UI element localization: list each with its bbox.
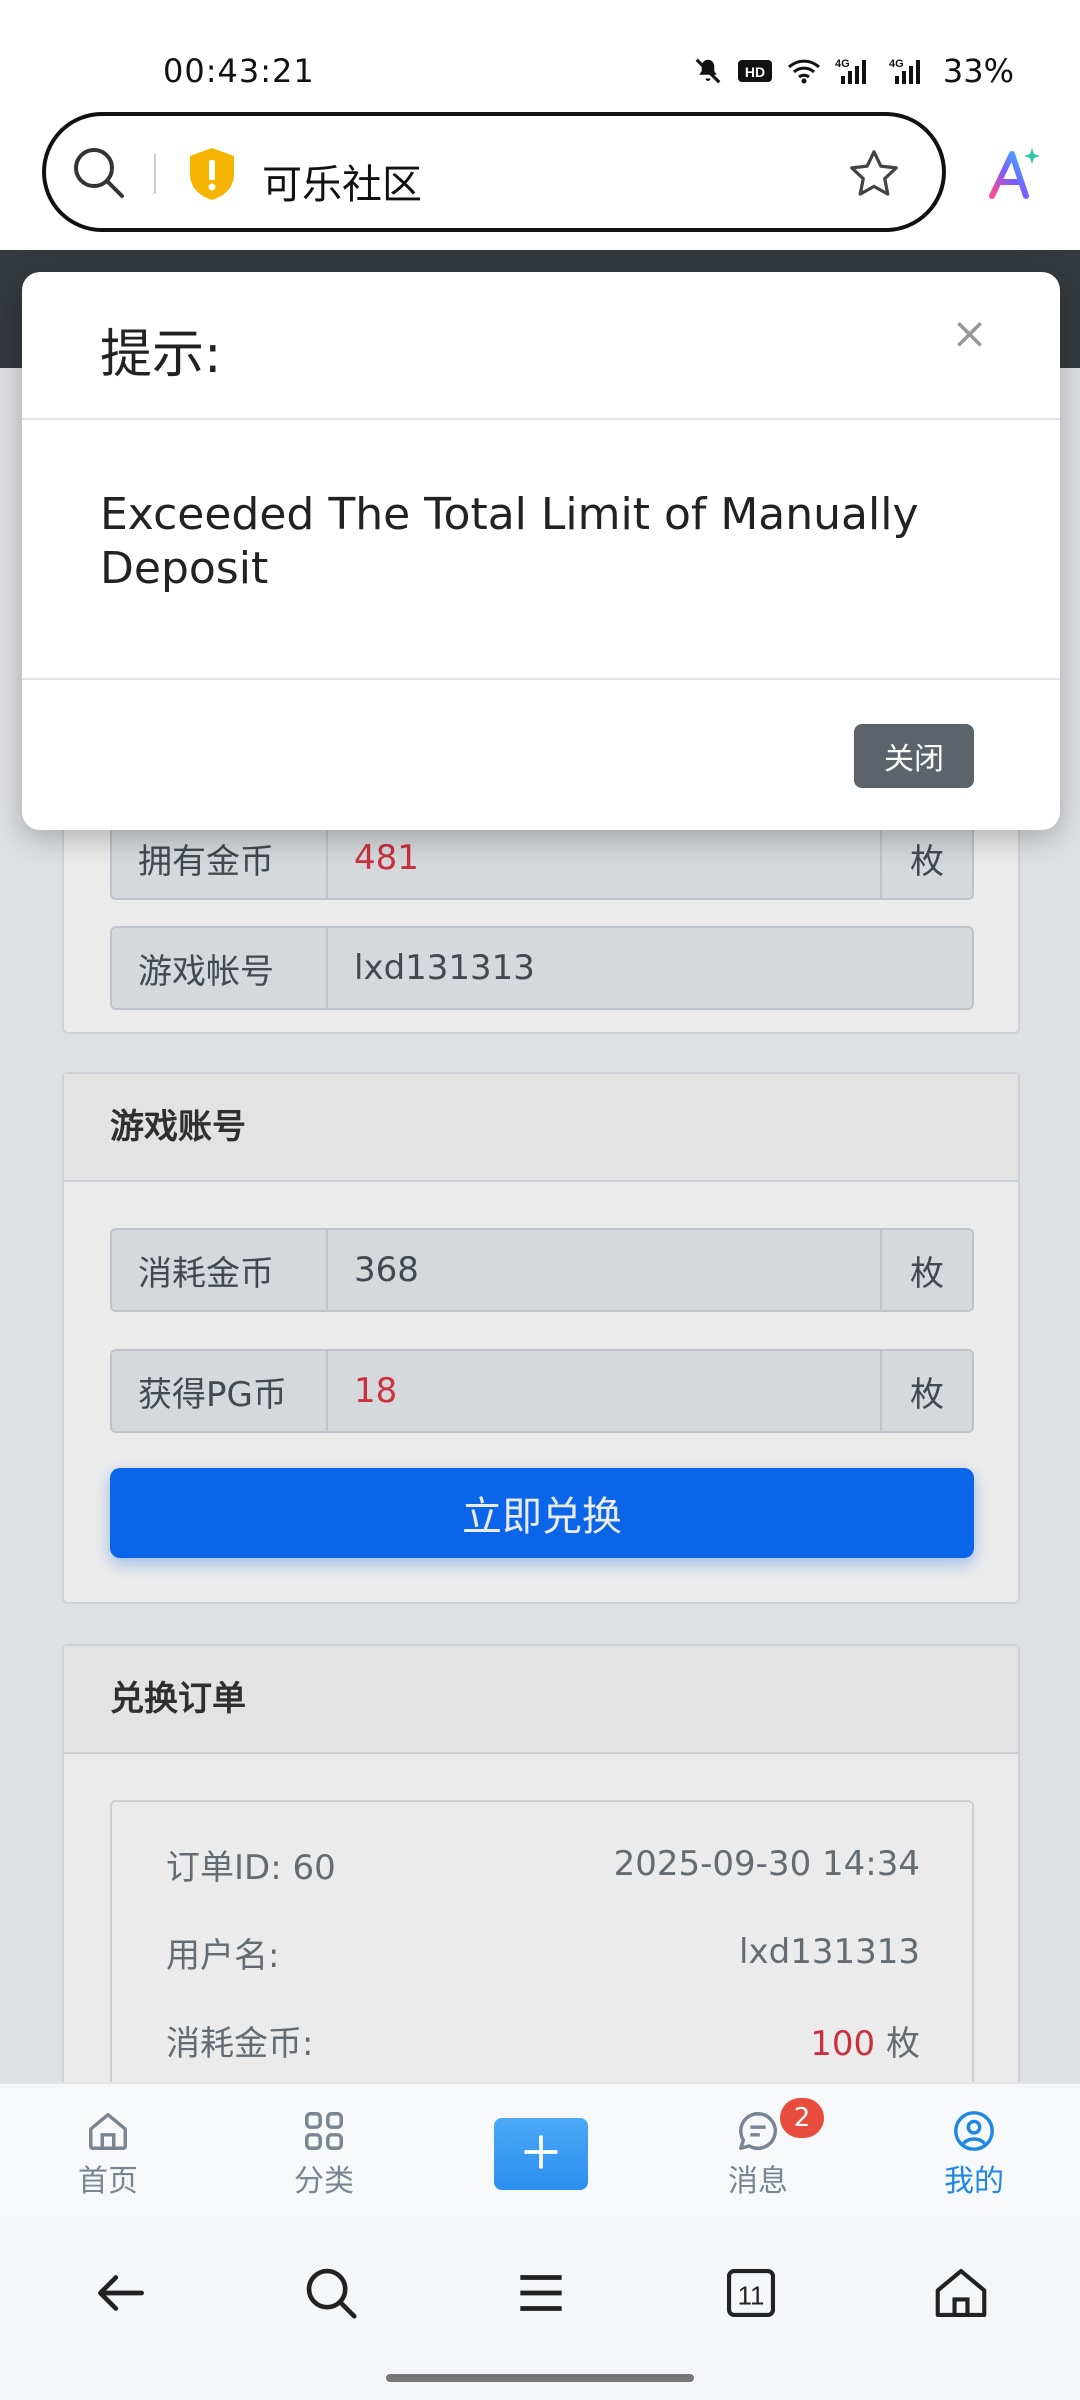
mute-icon [693, 56, 723, 86]
svg-text:4G: 4G [835, 58, 850, 70]
tab-messages-label: 消息 [728, 2164, 788, 2199]
browser-toolbar: 可乐社区 [0, 110, 1080, 250]
menu-icon[interactable] [510, 2262, 572, 2328]
address-divider [154, 154, 156, 194]
status-time: 00:43:21 [163, 52, 315, 90]
plus-icon [519, 2130, 563, 2178]
home-nav-icon[interactable] [930, 2262, 992, 2328]
tab-category[interactable]: 分类 [254, 2106, 394, 2200]
system-icons: HD 4G 4G 33% [693, 52, 1014, 90]
modal-title: 提示: [100, 325, 222, 385]
address-bar[interactable]: 可乐社区 [42, 112, 946, 232]
svg-text:HD: HD [745, 64, 765, 80]
ai-assistant-icon[interactable] [984, 144, 1044, 208]
home-icon [85, 2106, 131, 2156]
message-count-badge: 2 [780, 2098, 824, 2138]
modal-footer-divider [22, 678, 1060, 680]
grid-icon [301, 2106, 347, 2156]
modal-header-divider [22, 418, 1060, 420]
gesture-home-indicator[interactable] [386, 2374, 694, 2382]
hd-icon: HD [737, 57, 773, 85]
modal-message: Exceeded The Total Limit of Manually Dep… [100, 489, 919, 594]
site-tab-bar: 首页 分类 消息 2 我的 [0, 2082, 1080, 2216]
tab-profile-label: 我的 [944, 2164, 1004, 2199]
tab-home[interactable]: 首页 [38, 2106, 178, 2200]
search-icon[interactable] [70, 144, 126, 204]
bookmark-star-icon[interactable] [846, 146, 902, 206]
wifi-icon [787, 57, 821, 85]
signal-4g-icon-2: 4G [889, 56, 929, 86]
tabs-count: 11 [738, 2283, 765, 2311]
svg-text:4G: 4G [889, 58, 904, 70]
publish-button[interactable] [494, 2118, 588, 2190]
alert-modal: 提示: × Exceeded The Total Limit of Manual… [22, 272, 1060, 830]
battery-level: 33% [942, 52, 1014, 90]
browser-navbar: 11 [0, 2216, 1080, 2400]
close-icon[interactable]: × [951, 308, 988, 359]
user-icon [951, 2106, 997, 2156]
signal-4g-icon-1: 4G [835, 56, 875, 86]
status-bar: 00:43:21 HD 4G 4G 33% [0, 0, 1080, 110]
tab-category-label: 分类 [294, 2164, 354, 2199]
tab-profile[interactable]: 我的 [904, 2106, 1044, 2200]
modal-close-button[interactable]: 关闭 [854, 724, 974, 788]
back-arrow-icon[interactable] [90, 2262, 152, 2328]
site-name[interactable]: 可乐社区 [262, 152, 422, 210]
warning-shield-icon[interactable] [186, 146, 238, 206]
message-icon [735, 2106, 781, 2156]
tabs-icon[interactable]: 11 [720, 2262, 782, 2328]
search-nav-icon[interactable] [300, 2262, 362, 2328]
tab-home-label: 首页 [78, 2164, 138, 2199]
